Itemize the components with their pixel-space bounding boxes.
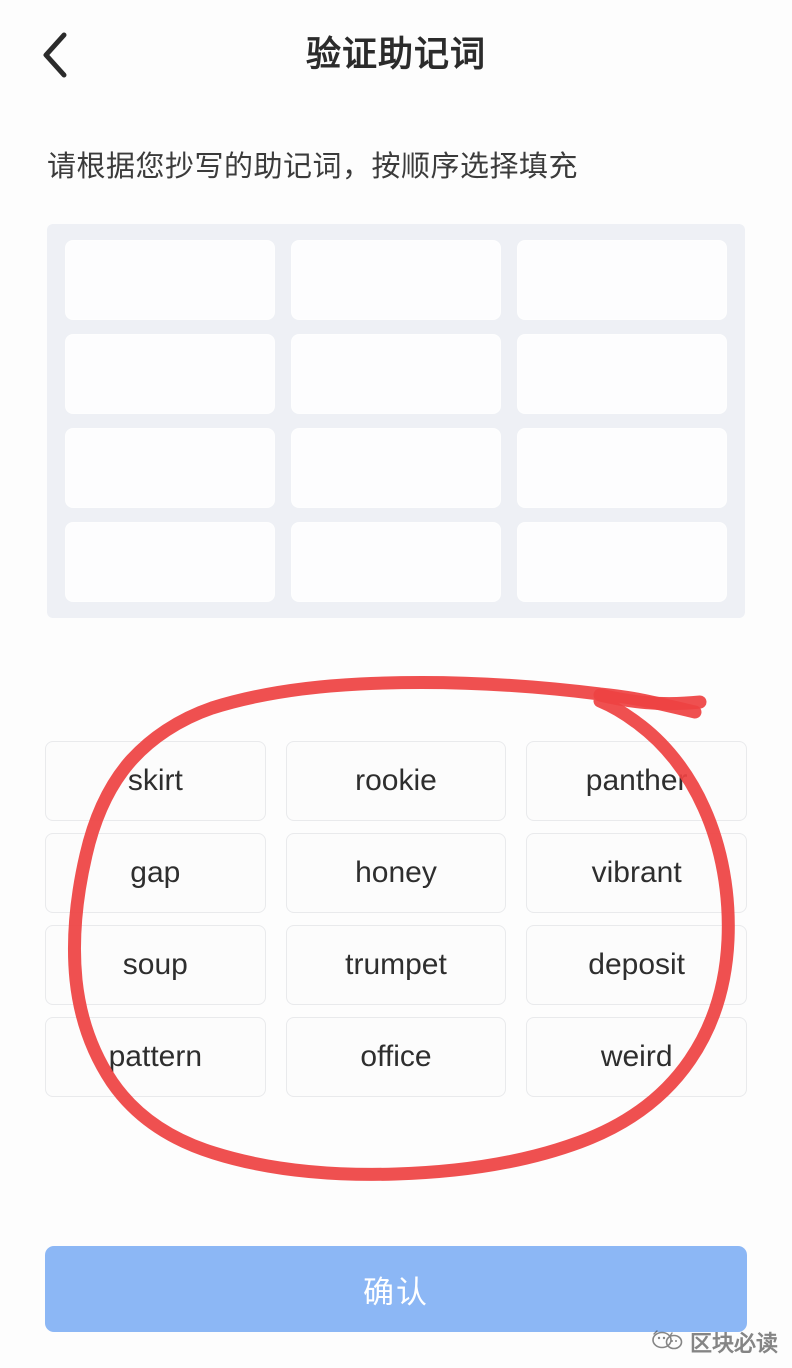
mnemonic-slot[interactable] <box>66 523 274 601</box>
word-chip[interactable]: rookie <box>285 741 507 821</box>
watermark-text: 区块必读 <box>689 1331 778 1356</box>
mnemonic-slot[interactable] <box>518 429 726 507</box>
wechat-cat-logo-icon <box>651 1327 685 1358</box>
mnemonic-slot[interactable] <box>292 523 500 601</box>
confirm-button[interactable]: 确认 <box>45 1246 747 1332</box>
word-chip[interactable]: soup <box>45 925 266 1005</box>
mnemonic-slot[interactable] <box>292 241 500 319</box>
word-chip[interactable]: trumpet <box>285 925 507 1005</box>
mnemonic-slot[interactable] <box>66 335 274 413</box>
app-screen: 验证助记词 请根据您抄写的助记词，按顺序选择填充 skirt rookie pa… <box>0 0 792 1368</box>
word-chip[interactable]: skirt <box>45 741 266 821</box>
mnemonic-slot[interactable] <box>66 429 274 507</box>
watermark: 区块必读 <box>651 1326 778 1358</box>
page-header: 验证助记词 <box>0 0 792 112</box>
word-chip[interactable]: weird <box>526 1017 747 1097</box>
word-chip[interactable]: gap <box>45 833 266 913</box>
word-chip[interactable]: panther <box>526 741 747 821</box>
mnemonic-slot[interactable] <box>66 241 274 319</box>
word-bank-grid: skirt rookie panther gap honey vibrant s… <box>45 741 747 1097</box>
mnemonic-slot[interactable] <box>518 523 726 601</box>
word-chip[interactable]: honey <box>285 833 507 913</box>
mnemonic-slot[interactable] <box>518 335 726 413</box>
page-title: 验证助记词 <box>305 35 486 74</box>
word-chip[interactable]: office <box>285 1017 507 1097</box>
word-chip[interactable]: vibrant <box>526 833 747 913</box>
word-chip[interactable]: pattern <box>45 1017 266 1097</box>
instruction-text: 请根据您抄写的助记词，按顺序选择填充 <box>47 151 579 183</box>
mnemonic-slot-panel <box>47 224 745 618</box>
word-chip[interactable]: deposit <box>526 925 747 1005</box>
mnemonic-slot[interactable] <box>292 429 500 507</box>
mnemonic-slot[interactable] <box>518 241 726 319</box>
mnemonic-slot[interactable] <box>292 335 500 413</box>
